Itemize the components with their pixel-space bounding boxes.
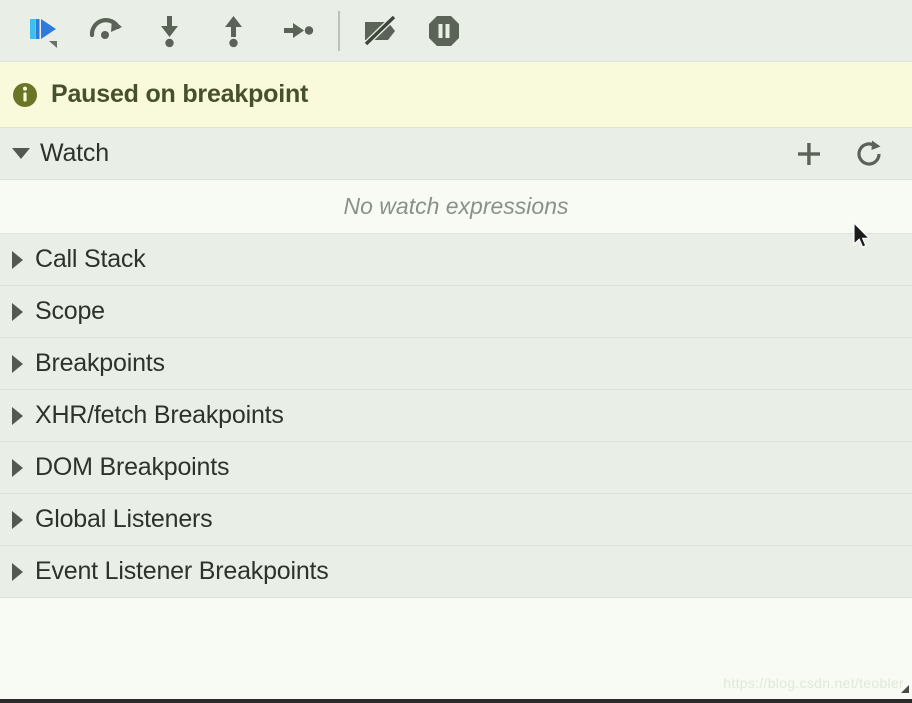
paused-status-text: Paused on breakpoint bbox=[51, 80, 309, 108]
chevron-right-icon[interactable] bbox=[12, 406, 23, 425]
resume-script-execution-button[interactable] bbox=[10, 3, 74, 59]
add-watch-expression-button[interactable] bbox=[792, 137, 826, 171]
section-event-listener-breakpoints[interactable]: Event Listener Breakpoints bbox=[0, 546, 912, 598]
watch-empty-state: No watch expressions bbox=[0, 180, 912, 234]
plus-icon bbox=[798, 142, 820, 165]
step-out-of-current-function-button[interactable] bbox=[202, 3, 266, 59]
section-breakpoints[interactable]: Breakpoints bbox=[0, 338, 912, 390]
devtools-debugger-panel: Paused on breakpoint Watch No watch expr… bbox=[0, 0, 912, 703]
refresh-icon bbox=[857, 140, 881, 166]
resize-grip-icon[interactable] bbox=[898, 684, 910, 694]
chevron-right-icon[interactable] bbox=[12, 510, 23, 529]
watermark-text: https://blog.csdn.net/teobler bbox=[723, 675, 904, 691]
step-icon bbox=[284, 22, 314, 38]
section-label: Scope bbox=[35, 297, 105, 325]
debugger-toolbar bbox=[0, 0, 912, 62]
section-label: Global Listeners bbox=[35, 505, 213, 533]
info-icon bbox=[13, 82, 37, 107]
refresh-watch-expressions-button[interactable] bbox=[852, 137, 886, 171]
section-label: Breakpoints bbox=[35, 349, 165, 377]
paused-on-breakpoint-banner: Paused on breakpoint bbox=[0, 62, 912, 128]
chevron-right-icon[interactable] bbox=[12, 354, 23, 373]
step-over-next-function-call-button[interactable] bbox=[74, 3, 138, 59]
toolbar-divider bbox=[338, 10, 340, 51]
section-label: DOM Breakpoints bbox=[35, 453, 230, 481]
section-header-watch[interactable]: Watch bbox=[0, 128, 912, 180]
section-xhr-fetch-breakpoints[interactable]: XHR/fetch Breakpoints bbox=[0, 390, 912, 442]
deactivate-breakpoints-button[interactable] bbox=[348, 3, 412, 59]
watch-section-title: Watch bbox=[40, 139, 109, 167]
step-out-icon bbox=[225, 15, 242, 47]
resume-icon bbox=[30, 18, 57, 48]
chevron-right-icon[interactable] bbox=[12, 458, 23, 477]
section-scope[interactable]: Scope bbox=[0, 286, 912, 338]
chevron-right-icon[interactable] bbox=[12, 562, 23, 581]
step-into-next-function-call-button[interactable] bbox=[138, 3, 202, 59]
section-label: Event Listener Breakpoints bbox=[35, 557, 329, 585]
no-watch-expressions-text: No watch expressions bbox=[343, 193, 569, 219]
section-dom-breakpoints[interactable]: DOM Breakpoints bbox=[0, 442, 912, 494]
section-call-stack[interactable]: Call Stack bbox=[0, 234, 912, 286]
step-into-icon bbox=[161, 15, 178, 47]
pause-on-exceptions-icon bbox=[429, 15, 459, 46]
step-over-icon bbox=[89, 17, 122, 39]
step-button[interactable] bbox=[266, 3, 330, 59]
chevron-right-icon[interactable] bbox=[12, 302, 23, 321]
section-label: XHR/fetch Breakpoints bbox=[35, 401, 284, 429]
watch-actions bbox=[792, 137, 912, 171]
chevron-right-icon[interactable] bbox=[12, 250, 23, 269]
chevron-down-icon[interactable] bbox=[12, 148, 30, 159]
debugger-sidebar-sections: Watch No watch expressions Call Stack Sc… bbox=[0, 128, 912, 699]
section-global-listeners[interactable]: Global Listeners bbox=[0, 494, 912, 546]
deactivate-breakpoints-icon bbox=[363, 14, 397, 46]
pause-on-exceptions-button[interactable] bbox=[412, 3, 476, 59]
section-label: Call Stack bbox=[35, 245, 146, 273]
